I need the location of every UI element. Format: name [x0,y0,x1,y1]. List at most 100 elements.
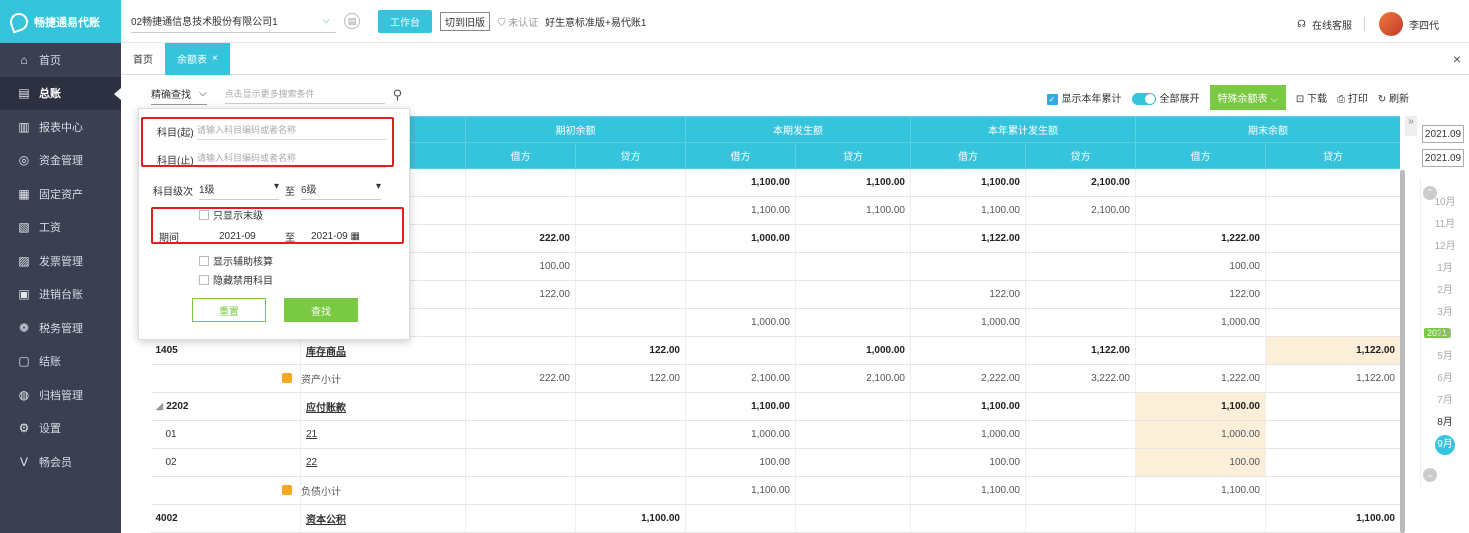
reset-button[interactable]: 重置 [192,298,266,322]
month-item[interactable]: 12月 [1421,237,1469,252]
header-debit: 借方 [465,142,576,169]
print-button[interactable]: ⎙ 打印 [1337,90,1368,105]
account-name[interactable]: 21 [300,420,466,449]
switch-old-version-button[interactable]: 切到旧版 [440,11,490,31]
special-balance-button[interactable]: 特殊余额表 ⌵ [1209,85,1286,110]
month-item[interactable]: 4月 [1421,325,1469,340]
checkbox-checked-icon: ✓ [1046,94,1058,105]
debit-cell: 1,000.00 [685,224,796,253]
sidebar-item-label: 发票管理 [39,255,83,268]
month-item[interactable]: 2月 [1421,281,1469,296]
table-row[interactable]: 01 21 1,000.00 1,000.00 1,000.00 [150,420,1400,449]
sidebar-item-vip[interactable]: V 畅会员 [0,445,121,479]
debit-cell [685,252,796,281]
month-item[interactable]: 5月 [1421,347,1469,362]
table-row[interactable]: 1405 库存商品 122.00 1,000.00 1,122.00 1,122.00 [150,336,1400,365]
search-icon[interactable]: ⚲ [393,87,403,103]
tab-balance-sheet[interactable]: 余额表 × [165,42,230,75]
account-book-icon[interactable]: ▤ [344,13,360,29]
sidebar-item-label: 工资 [39,222,61,235]
month-item[interactable]: 8月 [1421,413,1469,428]
sidebar-nav: ⌂ 首页 ▤ 总账 ▥ 报表中心 ◎ 资金管理 ▦ 固定资产 ▧ 工资 ▨ 发票管理 ▣ 进销台账 ❁ 税务管理 ▢… [0,43,121,479]
sidebar-item-invoice[interactable]: ▨ 发票管理 [0,244,121,278]
sidebar-item-label: 首页 [39,54,61,67]
show-aux-checkbox[interactable] [199,255,209,266]
asset-icon: ▦ [18,186,30,201]
debit-cell: 1,100.00 [685,168,796,197]
sidebar-item-salary[interactable]: ▧ 工资 [0,211,121,245]
user-name[interactable]: 李四代 [1409,17,1439,32]
table-row[interactable]: 4002 资本公积 1,100.00 1,100.00 [150,504,1400,533]
month-item[interactable]: 10月 [1421,193,1469,208]
app-logo[interactable]: 畅捷通易代账 [0,0,121,43]
account-name: 资产小计 [300,364,466,393]
sidebar-item-home[interactable]: ⌂ 首页 [0,43,121,77]
expand-all-toggle[interactable]: 全部展开 [1131,90,1200,106]
show-year-checkbox[interactable]: ✓ 显示本年累计 [1046,90,1122,105]
company-select[interactable]: 02畅捷通信息技术股份有限公司1 ⌵ [131,9,336,33]
table-row[interactable]: 02 22 100.00 100.00 100.00 [150,448,1400,477]
refresh-button[interactable]: ↻ 刷新 [1378,90,1409,105]
download-button[interactable]: ⊡ 下载 [1296,90,1327,105]
debit-cell: 1,122.00 [910,224,1026,253]
online-service-link[interactable]: 在线客服 [1312,17,1352,32]
credit-cell [1265,168,1400,197]
debit-cell [1135,196,1266,225]
period-end-box[interactable]: 2021.09 [1422,149,1464,167]
sidebar-item-ledger[interactable]: ▤ 总账 [0,76,121,110]
more-conditions-input[interactable]: 点击显示更多搜索条件 [224,87,385,104]
period-start-box[interactable]: 2021.09 [1422,125,1464,143]
month-label: 4月 [1437,329,1453,340]
level-from-select[interactable]: 1级 ▾ [199,181,279,200]
search-panel: 科目(起) 请输入科目编码或者名称 科目(止) 请输入科目编码或者名称 科目级次… [138,108,410,340]
debit-cell: 1,100.00 [685,196,796,225]
close-all-tabs-icon[interactable]: × [1453,51,1461,67]
account-name[interactable]: 22 [300,448,466,477]
sidebar-item-label: 税务管理 [39,322,83,335]
month-item[interactable]: 11月 [1421,215,1469,230]
highlight-box-account [141,117,394,167]
subtotal-row[interactable]: 负债小计 1,100.00 1,100.00 1,100.00 [150,476,1400,505]
account-name-text[interactable]: 21 [306,429,317,440]
sidebar-item-archive[interactable]: ◍ 归档管理 [0,378,121,412]
month-item[interactable]: 3月 [1421,303,1469,318]
search-mode-select[interactable]: 精确查找 ⌵ [151,86,207,105]
sidebar-item-settings[interactable]: ⚙ 设置 [0,412,121,446]
scroll-down-icon[interactable]: ⌄ [1423,468,1437,482]
sidebar-item-close-account[interactable]: ▢ 结账 [0,345,121,379]
header-credit: 贷方 [1265,142,1400,169]
header-ytd: 本年累计发生额 [910,116,1136,143]
sidebar-item-report[interactable]: ▥ 报表中心 [0,110,121,144]
collapse-icon[interactable]: » [1405,116,1417,136]
hide-disabled-checkbox[interactable] [199,274,209,285]
month-label: 11月 [1434,219,1456,230]
level-to-select[interactable]: 6级 ▾ [301,181,381,200]
level-to-value: 6级 [301,185,317,196]
month-item[interactable]: 1月 [1421,259,1469,274]
sidebar-item-fund[interactable]: ◎ 资金管理 [0,144,121,178]
close-account-icon: ▢ [18,354,30,369]
sidebar-item-inventory[interactable]: ▣ 进销台账 [0,278,121,312]
table-row[interactable]: ◢ 2202 应付账款 1,100.00 1,100.00 1,100.00 [150,392,1400,421]
month-item[interactable]: 9月 [1421,435,1469,455]
tab-home[interactable]: 首页 [121,43,165,75]
expand-icon[interactable]: ◢ [156,401,164,412]
sidebar-item-asset[interactable]: ▦ 固定资产 [0,177,121,211]
avatar[interactable] [1379,12,1403,36]
find-button[interactable]: 查找 [284,298,358,322]
sidebar-item-tax[interactable]: ❁ 税务管理 [0,311,121,345]
debit-cell: 122.00 [910,280,1026,309]
account-name-text[interactable]: 22 [306,457,317,468]
sidebar-item-label: 归档管理 [39,389,83,402]
credit-cell [795,252,911,281]
inventory-icon: ▣ [18,287,30,302]
header-credit: 贷方 [1025,142,1136,169]
workbench-button[interactable]: 工作台 [378,9,432,33]
subtotal-row[interactable]: 资产小计 222.00 122.00 2,100.00 2,100.00 2,222.00… [150,364,1400,393]
credit-cell [1265,476,1400,505]
month-item[interactable]: 6月 [1421,369,1469,384]
credit-cell [1265,196,1400,225]
close-icon[interactable]: × [212,53,218,64]
credit-cell [1265,252,1400,281]
month-item[interactable]: 7月 [1421,391,1469,406]
